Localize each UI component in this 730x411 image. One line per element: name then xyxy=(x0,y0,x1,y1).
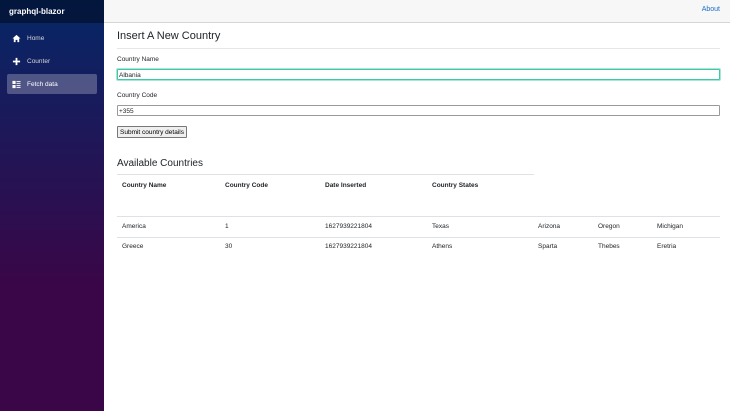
sidebar-item-fetch-data[interactable]: Fetch data xyxy=(7,74,97,94)
state-cell: Thebes xyxy=(598,243,620,250)
home-icon xyxy=(12,34,21,43)
top-bar: About xyxy=(104,0,730,23)
country-code-input[interactable]: +355 xyxy=(117,105,720,116)
brand-title[interactable]: graphql-blazor xyxy=(0,0,104,23)
sidebar-item-label: Home xyxy=(27,34,45,42)
plus-icon xyxy=(12,57,21,66)
sidebar: graphql-blazor Home Counter Fetch data xyxy=(0,0,104,411)
state-cell: Oregon xyxy=(598,223,620,230)
state-cell: Texas xyxy=(432,223,449,230)
column-header-country-code: Country Code xyxy=(225,182,268,189)
country-code-cell: 30 xyxy=(225,243,233,250)
country-name-cell: Greece xyxy=(122,243,144,250)
table-top-border xyxy=(117,174,534,175)
available-countries-title: Available Countries xyxy=(117,158,203,169)
country-code-label: Country Code xyxy=(117,92,158,99)
sidebar-item-home[interactable]: Home xyxy=(7,28,97,48)
divider xyxy=(117,48,720,49)
sidebar-nav: Home Counter Fetch data xyxy=(0,23,104,94)
sidebar-item-label: Counter xyxy=(27,57,51,65)
column-header-date-inserted: Date Inserted xyxy=(325,182,367,189)
sidebar-item-counter[interactable]: Counter xyxy=(7,51,97,71)
state-cell: Michigan xyxy=(657,223,684,230)
state-cell: Eretria xyxy=(657,243,677,250)
list-icon xyxy=(12,80,21,89)
column-header-country-name: Country Name xyxy=(122,182,167,189)
date-inserted-cell: 1627939221804 xyxy=(325,223,372,230)
page-title: Insert A New Country xyxy=(117,30,221,42)
about-link[interactable]: About xyxy=(702,6,720,13)
country-name-cell: America xyxy=(122,223,146,230)
country-name-input[interactable]: Albania xyxy=(117,69,720,80)
row-divider xyxy=(117,237,720,238)
country-code-cell: 1 xyxy=(225,223,229,230)
sidebar-item-label: Fetch data xyxy=(27,80,58,88)
state-cell: Sparta xyxy=(538,243,558,250)
column-header-country-states: Country States xyxy=(432,182,479,189)
header-divider xyxy=(117,216,720,217)
state-cell: Arizona xyxy=(538,223,561,230)
submit-country-button[interactable]: Submit country details xyxy=(117,126,187,138)
country-name-label: Country Name xyxy=(117,56,159,63)
date-inserted-cell: 1627939221804 xyxy=(325,243,372,250)
state-cell: Athens xyxy=(432,243,453,250)
